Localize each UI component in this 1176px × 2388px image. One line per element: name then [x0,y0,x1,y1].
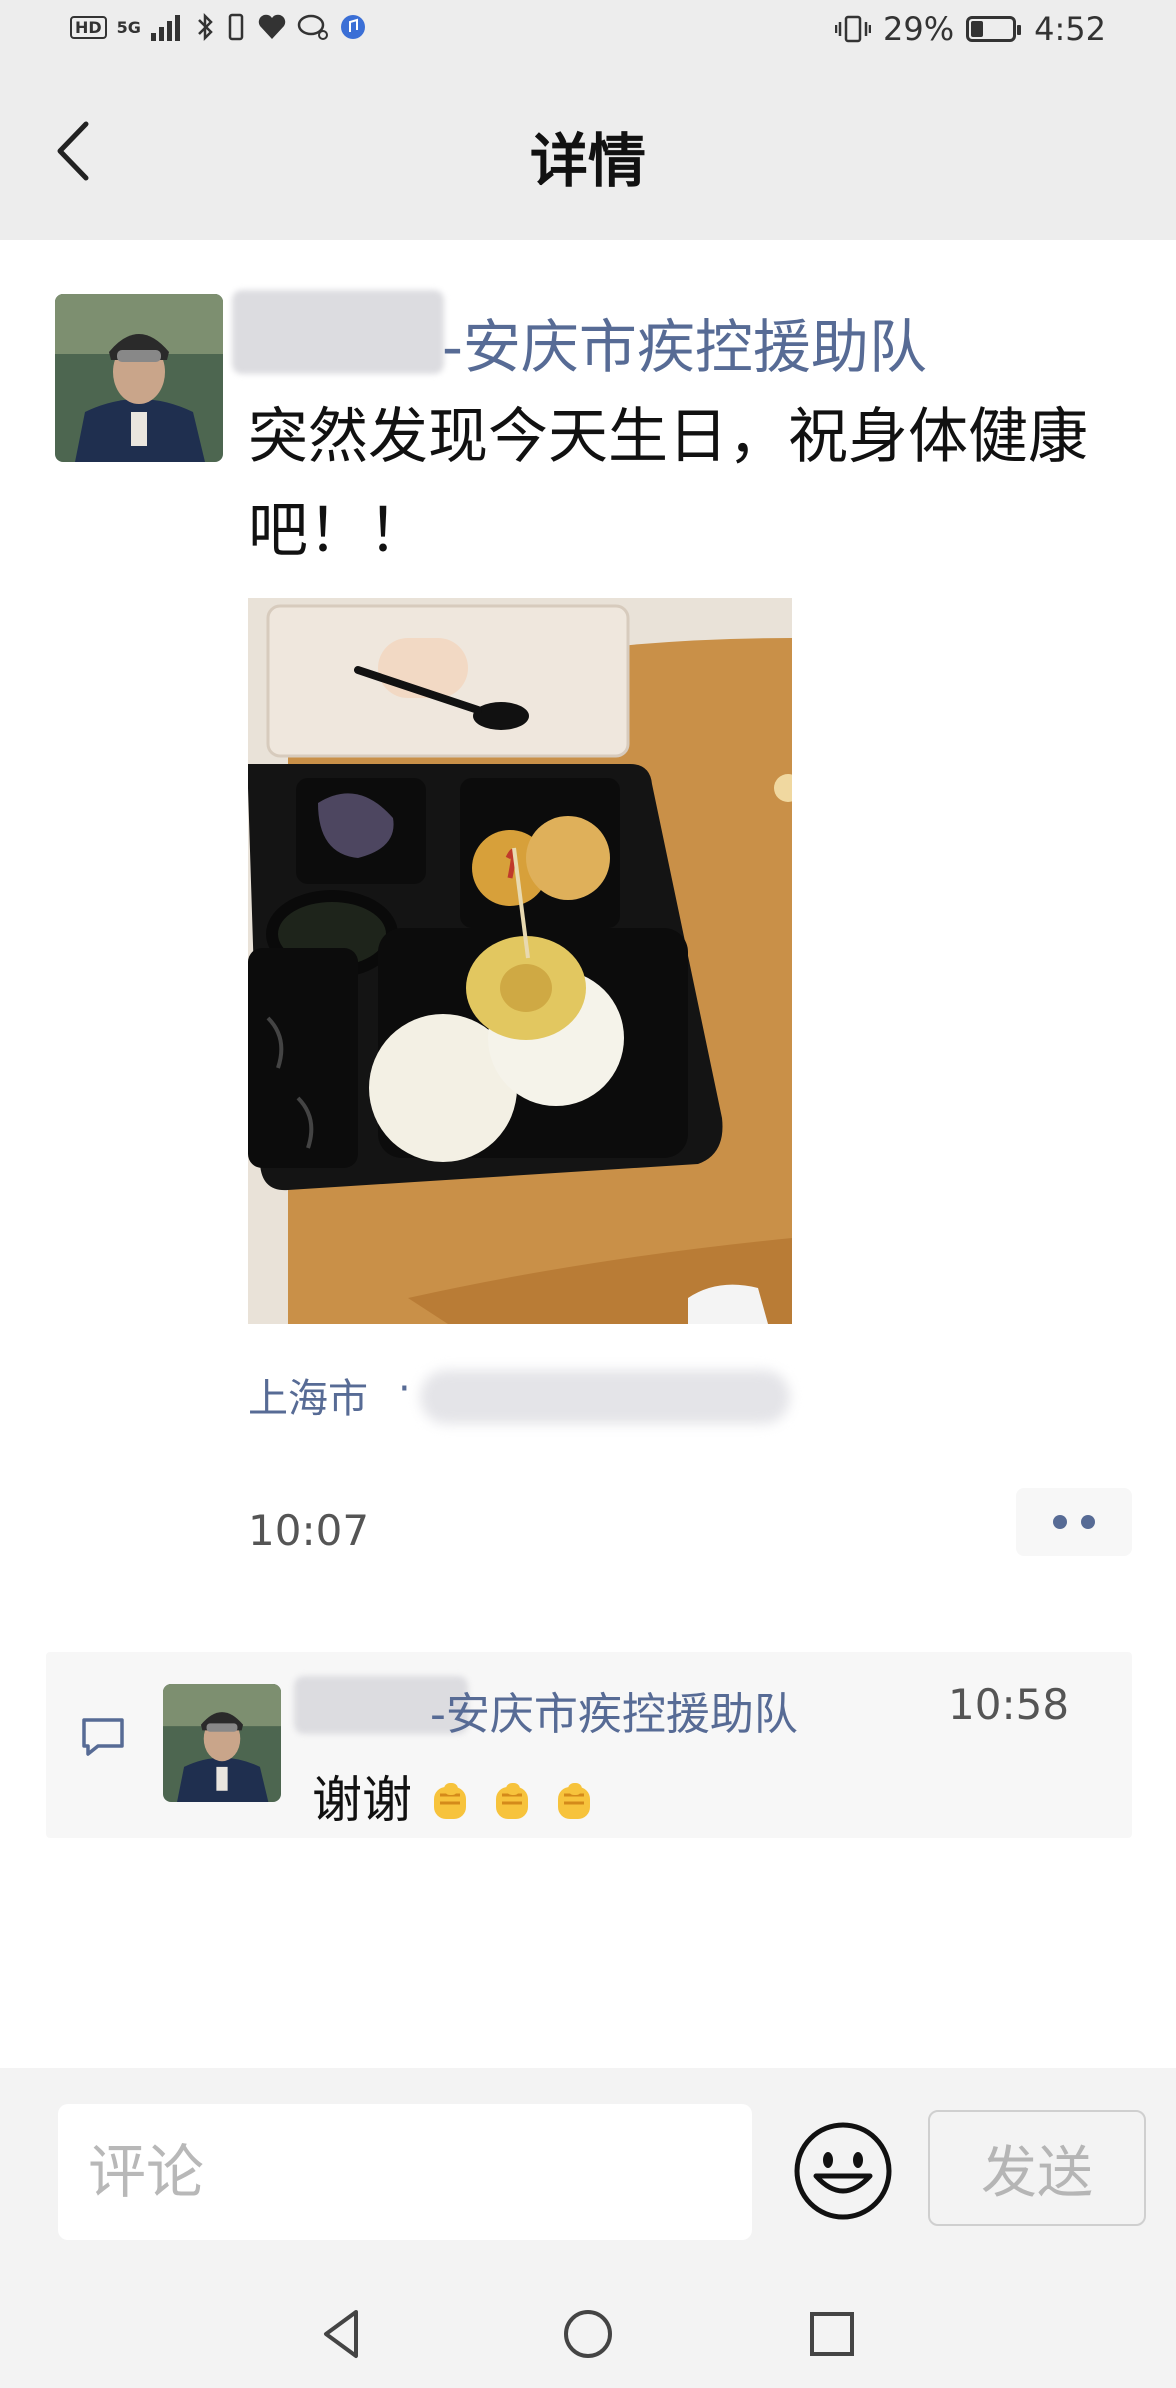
more-dots-icon[interactable] [1016,1488,1132,1556]
author-name-redacted [232,290,444,374]
post-time: 10:07 [248,1506,370,1555]
post-text: 突然发现今天生日，祝身体健康吧！！ [248,402,1088,566]
battery-percent: 29% [883,10,955,48]
comment-input[interactable] [58,2104,752,2240]
battery-icon [966,16,1022,42]
post-photo[interactable] [248,598,792,1324]
post-location[interactable]: 上海市 [248,1366,368,1424]
raised-fist-icon [558,1783,590,1819]
signal-icon [150,15,180,41]
nav-recents-icon[interactable] [802,2304,862,2364]
message-bubble-icon [297,14,328,40]
status-icons-right: 29% 4:52 [835,10,1106,48]
title-bar: 详情 [0,62,1176,240]
battery-level [971,21,984,37]
nav-back-icon[interactable] [312,2304,372,2364]
comment-input-bar: 发送 [0,2068,1176,2280]
bluetooth-icon [198,12,213,42]
dot [1081,1515,1095,1529]
comment-bubble-icon [82,1718,124,1756]
status-icons-left: HD 5G [70,12,367,42]
commenter-avatar[interactable] [163,1684,281,1802]
location-separator: · [398,1366,411,1412]
send-button[interactable]: 发送 [928,2110,1146,2226]
comment-time: 10:58 [948,1680,1070,1729]
system-nav-bar [0,2280,1176,2388]
dot [1053,1515,1067,1529]
page-title: 详情 [529,127,646,195]
location-detail-redacted [420,1370,790,1424]
clock: 4:52 [1034,10,1106,48]
status-bar: HD 5G 29% 4:52 [0,0,1176,62]
comment-text-line: 谢谢 [312,1760,598,1832]
author-name[interactable]: -安庆市疾控援助队 [442,300,927,384]
music-app-icon [340,15,365,39]
vibrate-icon [228,13,244,41]
avatar-image [55,294,223,462]
network-type: 5G [116,17,141,37]
smiley-icon[interactable] [792,2120,894,2222]
nav-home-icon[interactable] [558,2304,618,2364]
commenter-name[interactable]: -安庆市疾控援助队 [430,1678,798,1742]
health-icon [258,14,286,39]
photo-image [248,598,792,1324]
comment-text: 谢谢 [312,1771,412,1829]
vibrate-mode-icon [835,15,872,43]
hd-indicator: HD [70,15,107,39]
author-avatar[interactable] [55,294,223,462]
raised-fist-icon [496,1783,528,1819]
avatar-image [163,1684,281,1802]
raised-fist-icon [434,1783,466,1819]
